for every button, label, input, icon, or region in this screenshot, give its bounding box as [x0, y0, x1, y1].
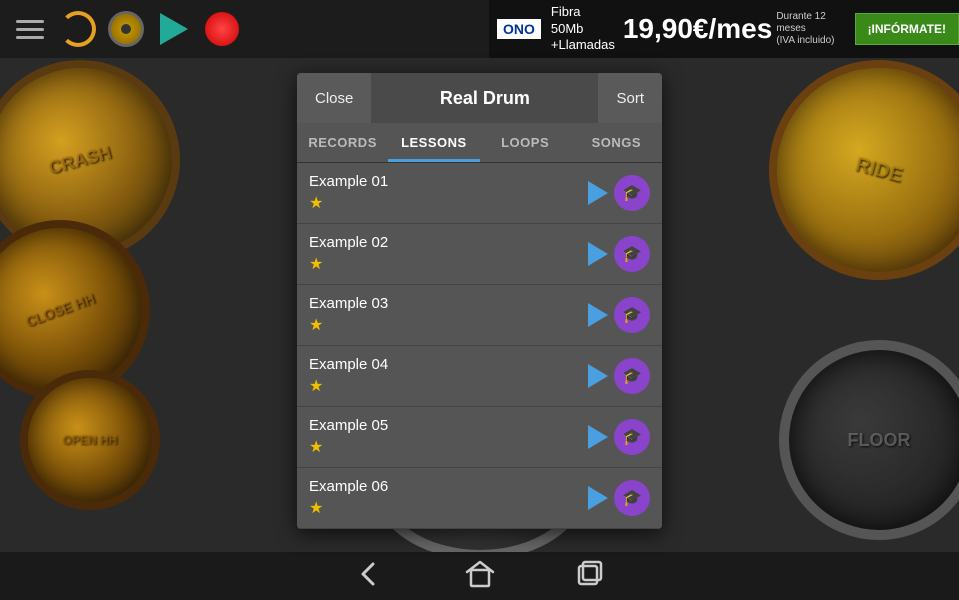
- ad-price-sub: Durante 12 meses (IVA incluido): [776, 11, 846, 47]
- song-name-6: Example 06: [309, 478, 588, 495]
- ad-sub2: (IVA incluido): [776, 35, 846, 47]
- tab-loops[interactable]: LOOPS: [480, 123, 571, 162]
- recents-button[interactable]: [575, 560, 605, 593]
- lesson-btn-4[interactable]: 🎓: [614, 358, 650, 394]
- lesson-btn-1[interactable]: 🎓: [614, 175, 650, 211]
- song-info-1: Example 01 ★: [309, 173, 588, 213]
- song-star-1: ★: [309, 193, 588, 213]
- play-song-6[interactable]: [588, 486, 608, 510]
- home-icon: [465, 560, 495, 588]
- top-bar: ONO Fibra 50Mb +Llamadas 19,90€/mes Dura…: [0, 0, 959, 58]
- song-info-5: Example 05 ★: [309, 417, 588, 457]
- top-bar-controls: [10, 9, 242, 49]
- recents-icon: [575, 560, 605, 588]
- menu-button[interactable]: [10, 9, 50, 49]
- song-item-2: Example 02 ★ 🎓: [297, 224, 662, 285]
- song-actions-4: 🎓: [588, 358, 650, 394]
- back-button[interactable]: [355, 560, 385, 593]
- ad-banner: ONO Fibra 50Mb +Llamadas 19,90€/mes Dura…: [489, 0, 959, 58]
- song-actions-3: 🎓: [588, 297, 650, 333]
- song-star-2: ★: [309, 254, 588, 274]
- song-info-6: Example 06 ★: [309, 478, 588, 518]
- tab-records[interactable]: RECORDS: [297, 123, 388, 162]
- play-song-3[interactable]: [588, 303, 608, 327]
- record-mode-button[interactable]: [106, 9, 146, 49]
- refresh-icon: [60, 11, 96, 47]
- sort-button[interactable]: Sort: [598, 73, 662, 123]
- real-drum-dialog: Close Real Drum Sort RECORDS LESSONS LOO…: [297, 73, 662, 529]
- song-actions-6: 🎓: [588, 480, 650, 516]
- ad-sub1: Durante 12 meses: [776, 11, 846, 35]
- song-info-3: Example 03 ★: [309, 295, 588, 335]
- song-item-4: Example 04 ★ 🎓: [297, 346, 662, 407]
- ad-line1: Fibra 50Mb: [551, 4, 615, 38]
- tab-lessons[interactable]: LESSONS: [388, 123, 479, 162]
- play-button[interactable]: [154, 9, 194, 49]
- dialog-title: Real Drum: [371, 88, 598, 109]
- ad-cta-button[interactable]: ¡INFÓRMATE!: [855, 13, 959, 45]
- song-info-4: Example 04 ★: [309, 356, 588, 396]
- refresh-button[interactable]: [58, 9, 98, 49]
- song-star-3: ★: [309, 315, 588, 335]
- song-name-1: Example 01: [309, 173, 588, 190]
- play-icon: [160, 13, 188, 45]
- song-actions-2: 🎓: [588, 236, 650, 272]
- dialog-header: Close Real Drum Sort: [297, 73, 662, 123]
- song-item-5: Example 05 ★ 🎓: [297, 407, 662, 468]
- tab-songs[interactable]: SONGS: [571, 123, 662, 162]
- back-icon: [355, 560, 385, 588]
- song-actions-5: 🎓: [588, 419, 650, 455]
- song-list: Example 01 ★ 🎓 Example 02 ★ 🎓: [297, 163, 662, 529]
- ad-brand: ONO: [497, 19, 541, 39]
- song-star-5: ★: [309, 437, 588, 457]
- record-icon: [108, 11, 144, 47]
- stop-button[interactable]: [202, 9, 242, 49]
- lesson-btn-3[interactable]: 🎓: [614, 297, 650, 333]
- record-inner: [121, 24, 131, 34]
- ad-line2: +Llamadas: [551, 37, 615, 54]
- song-item-6: Example 06 ★ 🎓: [297, 468, 662, 529]
- play-song-5[interactable]: [588, 425, 608, 449]
- song-info-2: Example 02 ★: [309, 234, 588, 274]
- song-item-3: Example 03 ★ 🎓: [297, 285, 662, 346]
- song-star-6: ★: [309, 498, 588, 518]
- song-item-1: Example 01 ★ 🎓: [297, 163, 662, 224]
- menu-icon: [16, 20, 44, 39]
- song-name-2: Example 02: [309, 234, 588, 251]
- stop-icon: [205, 12, 239, 46]
- song-name-4: Example 04: [309, 356, 588, 373]
- home-button[interactable]: [465, 560, 495, 593]
- play-song-2[interactable]: [588, 242, 608, 266]
- song-actions-1: 🎓: [588, 175, 650, 211]
- ad-price: 19,90€/mes: [623, 13, 772, 45]
- play-song-1[interactable]: [588, 181, 608, 205]
- ad-text: Fibra 50Mb +Llamadas: [551, 4, 615, 55]
- song-star-4: ★: [309, 376, 588, 396]
- lesson-btn-5[interactable]: 🎓: [614, 419, 650, 455]
- song-name-3: Example 03: [309, 295, 588, 312]
- dialog-tabs: RECORDS LESSONS LOOPS SONGS: [297, 123, 662, 163]
- close-button[interactable]: Close: [297, 73, 371, 123]
- bottom-nav-bar: [0, 552, 959, 600]
- lesson-btn-2[interactable]: 🎓: [614, 236, 650, 272]
- song-name-5: Example 05: [309, 417, 588, 434]
- dialog-overlay: Close Real Drum Sort RECORDS LESSONS LOO…: [0, 58, 959, 552]
- play-song-4[interactable]: [588, 364, 608, 388]
- lesson-btn-6[interactable]: 🎓: [614, 480, 650, 516]
